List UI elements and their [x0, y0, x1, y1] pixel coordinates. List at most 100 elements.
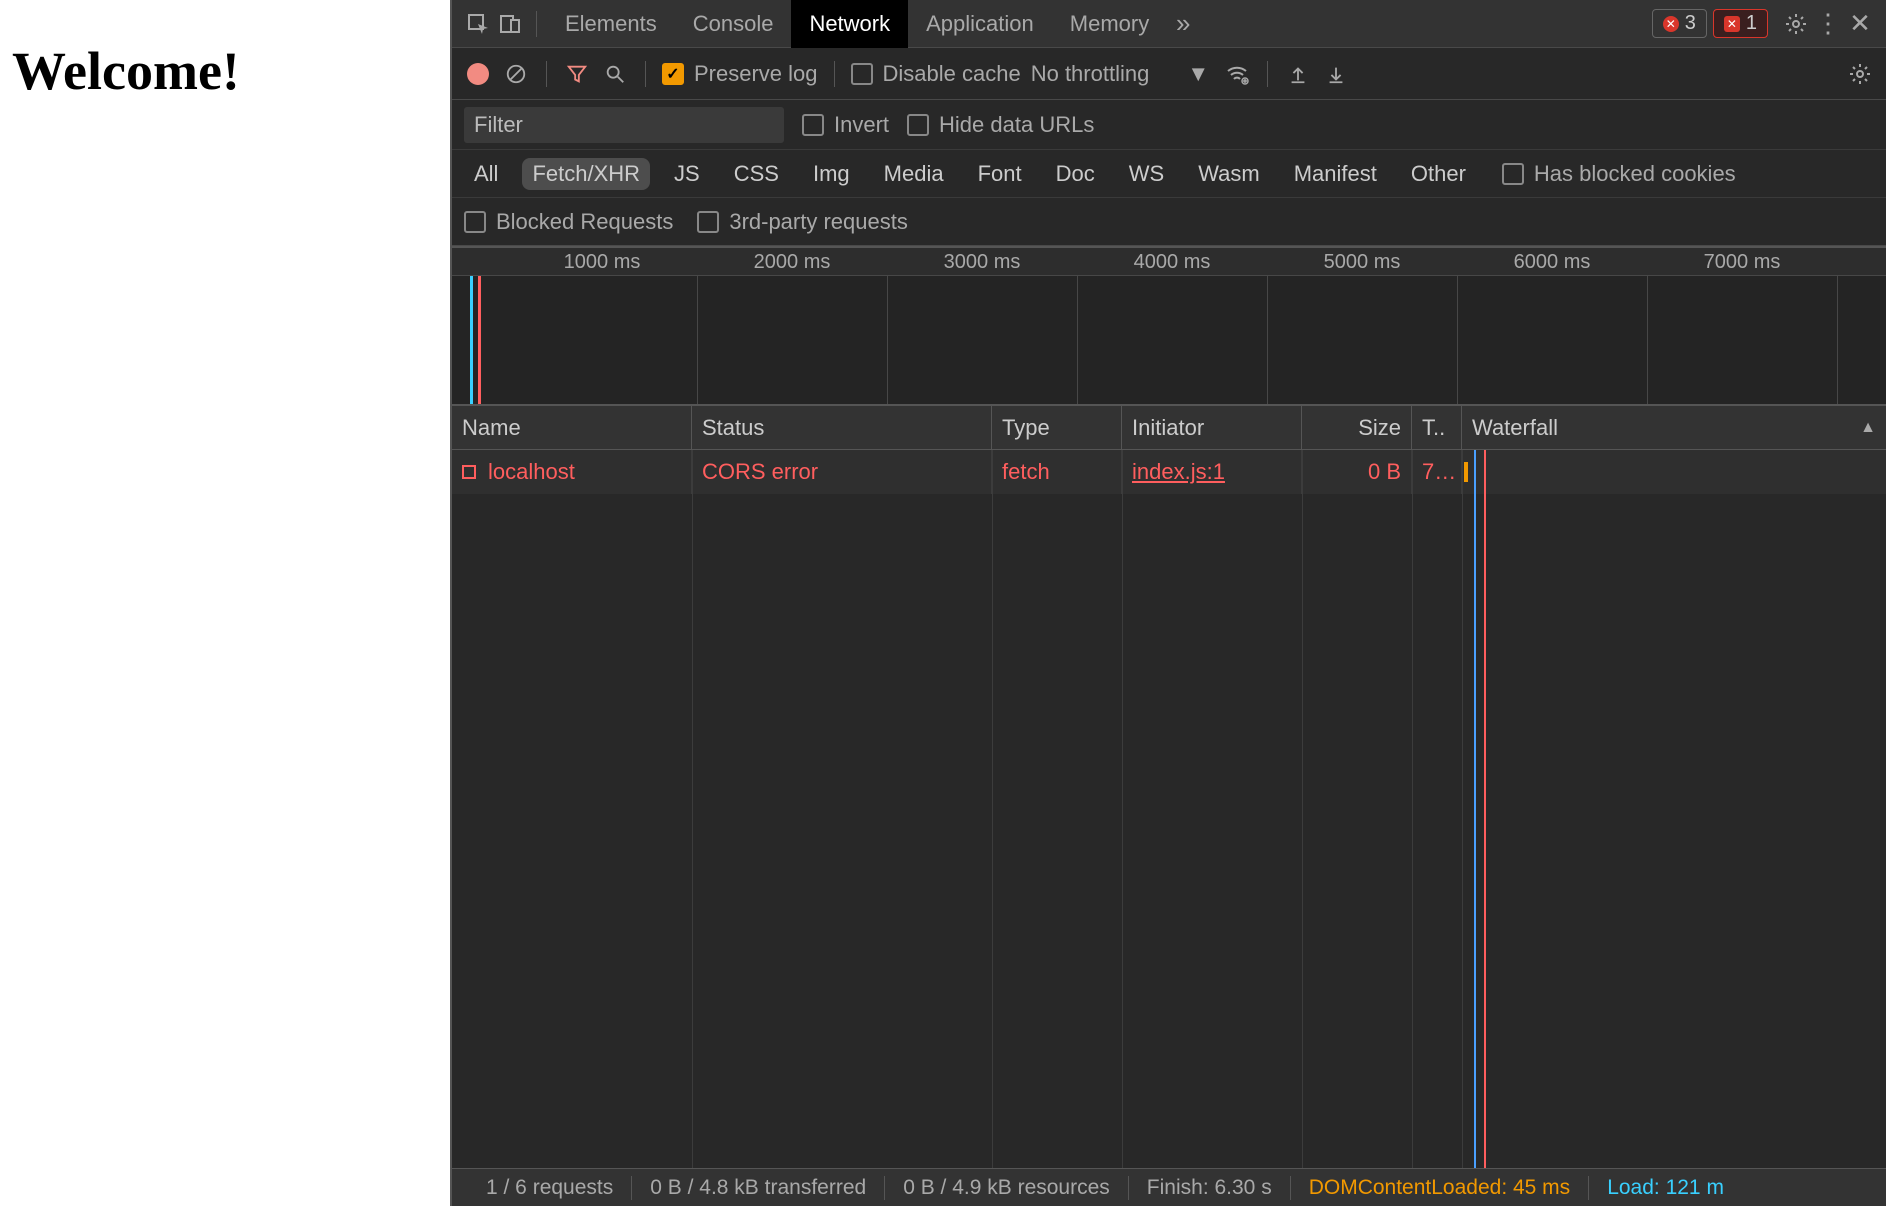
tab-network[interactable]: Network [791, 0, 908, 48]
separator [645, 61, 646, 87]
type-filters: All Fetch/XHR JS CSS Img Media Font Doc … [452, 150, 1886, 198]
col-separator [1462, 450, 1463, 1168]
cell-name: localhost [452, 450, 692, 494]
grid-line [1267, 276, 1268, 404]
dcl-marker [470, 276, 473, 404]
grid-line [697, 276, 698, 404]
filter-img[interactable]: Img [803, 158, 860, 190]
timeline-tick: 7000 ms [1704, 248, 1781, 276]
table-row[interactable]: localhost CORS error fetch index.js:1 0 … [452, 450, 1886, 494]
network-conditions-icon[interactable] [1223, 60, 1251, 88]
col-separator [992, 450, 993, 1168]
network-settings-gear-icon[interactable] [1846, 60, 1874, 88]
grid-line [887, 276, 888, 404]
table-header: Name Status Type Initiator Size T.. Wate… [452, 406, 1886, 450]
timeline-overview[interactable]: 1000 ms 2000 ms 3000 ms 4000 ms 5000 ms … [452, 246, 1886, 406]
filter-media[interactable]: Media [874, 158, 954, 190]
third-party-checkbox[interactable]: 3rd-party requests [697, 209, 908, 235]
rendered-page: Welcome! [0, 0, 450, 1206]
filter-manifest[interactable]: Manifest [1284, 158, 1387, 190]
status-requests: 1 / 6 requests [468, 1176, 632, 1200]
throttling-select[interactable]: No throttling ▼ [1031, 61, 1213, 87]
error-dot-icon: ✕ [1663, 16, 1679, 32]
checkbox-icon [697, 211, 719, 233]
load-line [1484, 450, 1486, 1168]
more-tabs-icon[interactable]: » [1167, 8, 1199, 40]
devtools-panel: Elements Console Network Application Mem… [450, 0, 1886, 1206]
tab-application[interactable]: Application [908, 0, 1052, 48]
settings-gear-icon[interactable] [1780, 8, 1812, 40]
clear-icon[interactable] [502, 60, 530, 88]
status-resources: 0 B / 4.9 kB resources [885, 1176, 1129, 1200]
cell-initiator: index.js:1 [1122, 450, 1302, 494]
record-button[interactable] [464, 60, 492, 88]
separator [834, 61, 835, 87]
hide-data-urls-label: Hide data URLs [939, 112, 1094, 138]
filter-fetch-xhr[interactable]: Fetch/XHR [522, 158, 650, 190]
filter-ws[interactable]: WS [1119, 158, 1174, 190]
invert-checkbox[interactable]: Invert [802, 112, 889, 138]
col-initiator[interactable]: Initiator [1122, 406, 1302, 449]
search-icon[interactable] [601, 60, 629, 88]
cell-waterfall [1462, 450, 1886, 494]
has-blocked-cookies-label: Has blocked cookies [1534, 161, 1736, 187]
col-separator [1412, 450, 1413, 1168]
timeline-tick: 6000 ms [1514, 248, 1591, 276]
col-time[interactable]: T.. [1412, 406, 1462, 449]
initiator-link[interactable]: index.js:1 [1132, 459, 1225, 485]
status-transferred: 0 B / 4.8 kB transferred [632, 1176, 885, 1200]
devtools-tabstrip: Elements Console Network Application Mem… [452, 0, 1886, 48]
hide-data-urls-checkbox[interactable]: Hide data URLs [907, 112, 1094, 138]
waterfall-bar [1464, 462, 1468, 482]
filter-wasm[interactable]: Wasm [1188, 158, 1270, 190]
filter-input[interactable] [464, 107, 784, 143]
issues-badge[interactable]: ✕ 1 [1713, 9, 1768, 38]
tab-memory[interactable]: Memory [1052, 0, 1167, 48]
timeline-tick: 5000 ms [1324, 248, 1401, 276]
col-size[interactable]: Size [1302, 406, 1412, 449]
inspect-element-icon[interactable] [462, 8, 494, 40]
filter-css[interactable]: CSS [724, 158, 789, 190]
filter-js[interactable]: JS [664, 158, 710, 190]
timeline-ruler: 1000 ms 2000 ms 3000 ms 4000 ms 5000 ms … [452, 248, 1886, 276]
col-type[interactable]: Type [992, 406, 1122, 449]
col-waterfall-label: Waterfall [1472, 415, 1558, 441]
tab-console[interactable]: Console [675, 0, 792, 48]
tab-elements[interactable]: Elements [547, 0, 675, 48]
kebab-menu-icon[interactable]: ⋮ [1812, 8, 1844, 40]
status-load: Load: 121 m [1589, 1176, 1742, 1200]
timeline-tick: 2000 ms [754, 248, 831, 276]
checkbox-icon [802, 114, 824, 136]
load-marker [478, 276, 481, 404]
cell-size: 0 B [1302, 450, 1412, 494]
request-icon [462, 465, 476, 479]
throttling-value: No throttling [1031, 61, 1150, 87]
blocked-requests-checkbox[interactable]: Blocked Requests [464, 209, 673, 235]
filter-doc[interactable]: Doc [1046, 158, 1105, 190]
timeline-tick: 4000 ms [1134, 248, 1211, 276]
upload-har-icon[interactable] [1284, 60, 1312, 88]
timeline-tick: 3000 ms [944, 248, 1021, 276]
more-filters-row: Blocked Requests 3rd-party requests [452, 198, 1886, 246]
chevron-down-icon: ▼ [1187, 61, 1209, 87]
status-finish: Finish: 6.30 s [1129, 1176, 1291, 1200]
col-separator [692, 450, 693, 1168]
filter-funnel-icon[interactable] [563, 60, 591, 88]
col-waterfall[interactable]: Waterfall ▲ [1462, 406, 1886, 449]
checkbox-icon [464, 211, 486, 233]
col-status[interactable]: Status [692, 406, 992, 449]
checkbox-icon [851, 63, 873, 85]
device-toolbar-icon[interactable] [494, 8, 526, 40]
col-name[interactable]: Name [452, 406, 692, 449]
download-har-icon[interactable] [1322, 60, 1350, 88]
filter-all[interactable]: All [464, 158, 508, 190]
errors-badge[interactable]: ✕ 3 [1652, 9, 1707, 38]
preserve-log-checkbox[interactable]: Preserve log [662, 61, 818, 87]
grid-line [1457, 276, 1458, 404]
page-heading: Welcome! [12, 40, 438, 102]
filter-font[interactable]: Font [968, 158, 1032, 190]
has-blocked-cookies-checkbox[interactable]: Has blocked cookies [1502, 161, 1736, 187]
filter-other[interactable]: Other [1401, 158, 1476, 190]
disable-cache-checkbox[interactable]: Disable cache [851, 61, 1021, 87]
close-devtools-icon[interactable]: ✕ [1844, 8, 1876, 40]
